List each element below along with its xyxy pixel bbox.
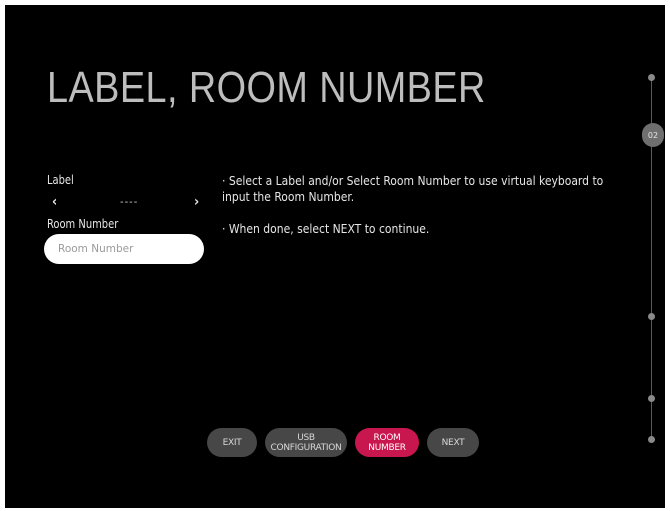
instruction-next: · When done, select NEXT to continue. xyxy=(222,222,430,236)
exit-button[interactable]: EXIT xyxy=(207,428,257,457)
room-number-input[interactable] xyxy=(44,234,204,264)
progress-dot xyxy=(648,74,655,81)
progress-dot xyxy=(648,436,655,443)
room-number-field-title: Room Number xyxy=(47,217,119,231)
progress-dot xyxy=(648,313,655,320)
progress-dot xyxy=(648,395,655,402)
label-selector[interactable]: ‹ ---- › xyxy=(47,192,207,212)
screen: LABEL, ROOM NUMBER Label ‹ ---- › Room N… xyxy=(5,5,665,508)
instructions: · Select a Label and/or Select Room Numb… xyxy=(222,173,622,253)
current-step-badge: 02 xyxy=(642,123,664,147)
page-title: LABEL, ROOM NUMBER xyxy=(47,63,486,112)
wizard-nav: EXIT USB CONFIGURATION ROOM NUMBER NEXT xyxy=(5,428,665,458)
room-number-button[interactable]: ROOM NUMBER xyxy=(355,428,419,457)
chevron-right-icon[interactable]: › xyxy=(194,192,199,212)
label-field-title: Label xyxy=(47,173,74,187)
instruction-select: · Select a Label and/or Select Room Numb… xyxy=(222,174,604,204)
next-button[interactable]: NEXT xyxy=(427,428,479,457)
chevron-left-icon[interactable]: ‹ xyxy=(52,192,57,212)
usb-configuration-button[interactable]: USB CONFIGURATION xyxy=(265,428,347,457)
label-value: ---- xyxy=(120,195,139,208)
